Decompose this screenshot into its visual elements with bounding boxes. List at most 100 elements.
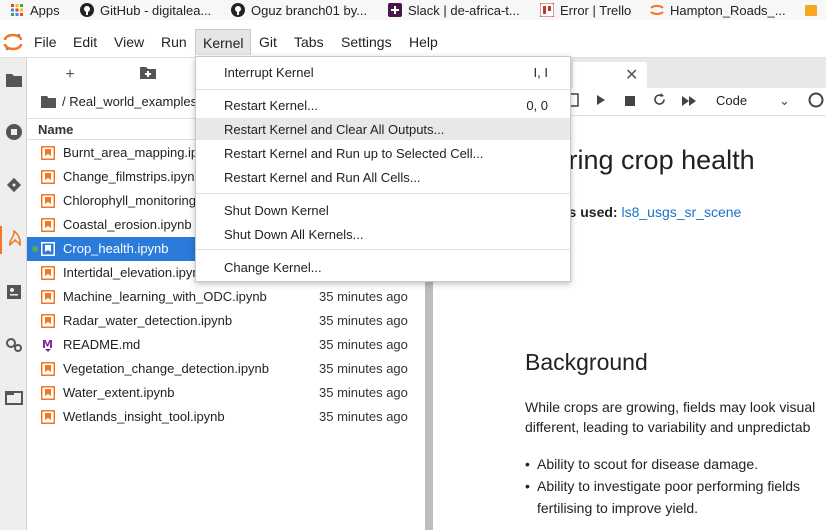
kernel-menu-item[interactable]: Shut Down All Kernels... bbox=[196, 223, 570, 245]
running-tab[interactable] bbox=[0, 120, 27, 148]
notebook-file-icon bbox=[41, 194, 55, 208]
products-link[interactable]: ls8_usgs_sr_scene bbox=[621, 204, 741, 220]
gears-icon bbox=[5, 337, 23, 358]
menu-separator bbox=[196, 193, 570, 194]
file-name: Change_filmstrips.ipynb bbox=[63, 169, 202, 184]
chevron-down-icon[interactable]: ⌄ bbox=[779, 93, 790, 109]
file-modified: 35 minutes ago bbox=[319, 361, 408, 376]
new-folder-button[interactable] bbox=[136, 66, 160, 84]
run-cell-button[interactable] bbox=[593, 94, 609, 110]
kernel-menu-item[interactable]: Restart Kernel and Clear All Outputs... bbox=[196, 118, 570, 140]
notebook-file-icon bbox=[41, 362, 55, 376]
menu-help[interactable]: Help bbox=[402, 29, 445, 55]
file-modified: 35 minutes ago bbox=[319, 337, 408, 352]
notebook-file-icon bbox=[41, 170, 55, 184]
flame-icon bbox=[7, 228, 23, 251]
notebook-file-icon bbox=[41, 146, 55, 160]
bookmark-apps[interactable]: Apps bbox=[10, 0, 60, 20]
bookmark-slack[interactable]: Slack | de-africa-t... bbox=[388, 0, 520, 20]
bookmark-oguz-branch[interactable]: Oguz branch01 by... bbox=[231, 0, 367, 20]
tab-crop-health[interactable]: ✕ bbox=[573, 62, 647, 88]
left-sidebar-rail bbox=[0, 58, 27, 530]
bookmark-folder-icon bbox=[804, 3, 818, 17]
file-row[interactable]: Machine_learning_with_ODC.ipynb 35 minute… bbox=[27, 285, 425, 309]
cell-type-select[interactable]: Code bbox=[716, 93, 747, 108]
notebook-file-icon bbox=[41, 290, 55, 304]
bookmark-trello[interactable]: Error | Trello bbox=[540, 0, 631, 20]
breadcrumb[interactable]: / Real_world_examples bbox=[41, 94, 197, 109]
paragraph-line: different, leading to variability and un… bbox=[525, 419, 811, 435]
menu-item-shortcut: I, I bbox=[533, 65, 548, 80]
menu-view[interactable]: View bbox=[107, 29, 151, 55]
interrupt-kernel-button[interactable] bbox=[622, 94, 638, 110]
file-browser-tab[interactable] bbox=[0, 68, 27, 96]
play-icon bbox=[596, 93, 606, 111]
bookmark-folder[interactable] bbox=[804, 0, 824, 20]
trello-icon bbox=[540, 3, 554, 17]
file-name: Wetlands_insight_tool.ipynb bbox=[63, 409, 225, 424]
close-icon[interactable]: ✕ bbox=[625, 65, 638, 85]
git-tab[interactable] bbox=[0, 173, 27, 201]
file-row[interactable]: Vegetation_change_detection.ipynb 35 minu… bbox=[27, 357, 425, 381]
github-icon bbox=[231, 3, 245, 17]
menu-item-label: Interrupt Kernel bbox=[224, 65, 314, 80]
property-inspector-tab[interactable] bbox=[0, 280, 27, 308]
file-name: Coastal_erosion.ipynb bbox=[63, 217, 192, 232]
menu-tabs[interactable]: Tabs bbox=[287, 29, 331, 55]
menu-item-label: Restart Kernel and Run All Cells... bbox=[224, 170, 421, 185]
tabs-tab[interactable] bbox=[0, 386, 27, 414]
stop-icon bbox=[625, 93, 635, 111]
menu-run[interactable]: Run bbox=[154, 29, 194, 55]
slack-icon bbox=[388, 3, 402, 17]
extension-manager-tab[interactable] bbox=[0, 333, 27, 361]
column-name-header[interactable]: Name bbox=[38, 122, 73, 137]
file-name: README.md bbox=[63, 337, 141, 352]
menu-kernel[interactable]: Kernel bbox=[195, 29, 252, 55]
markdown-file-icon: M bbox=[41, 338, 55, 352]
menu-separator bbox=[196, 89, 570, 90]
fast-forward-icon bbox=[682, 93, 696, 111]
file-row[interactable]: Water_extent.ipynb 35 minutes ago bbox=[27, 381, 425, 405]
kernel-status-button[interactable] bbox=[808, 92, 824, 113]
folder-icon bbox=[41, 95, 56, 108]
file-modified: 35 minutes ago bbox=[319, 313, 408, 328]
kernel-menu-item[interactable]: Restart Kernel and Run up to Selected Ce… bbox=[196, 142, 570, 164]
new-launcher-button[interactable]: + bbox=[58, 66, 82, 84]
file-row[interactable]: M README.md 35 minutes ago bbox=[27, 333, 425, 357]
bookmarks-bar: Apps GitHub - digitalea... Oguz branch01… bbox=[0, 0, 826, 20]
stop-circle-icon bbox=[5, 123, 22, 145]
paragraph-line: While crops are growing, fields may look… bbox=[525, 399, 816, 415]
kernel-menu-item[interactable]: Interrupt Kernel I, I bbox=[196, 61, 570, 83]
menu-item-label: Restart Kernel and Run up to Selected Ce… bbox=[224, 146, 484, 161]
menu-git[interactable]: Git bbox=[252, 29, 284, 55]
menu-edit[interactable]: Edit bbox=[66, 29, 104, 55]
menu-separator bbox=[196, 249, 570, 250]
property-inspector-icon bbox=[6, 284, 22, 305]
kernel-menu-item[interactable]: Change Kernel... bbox=[196, 256, 570, 278]
notebook-file-icon bbox=[41, 410, 55, 424]
plus-icon: + bbox=[65, 66, 75, 83]
restart-run-all-button[interactable] bbox=[681, 94, 697, 110]
menu-item-label: Shut Down Kernel bbox=[224, 203, 329, 218]
tabs-icon bbox=[4, 390, 23, 410]
kernel-menu-item[interactable]: Restart Kernel and Run All Cells... bbox=[196, 166, 570, 188]
file-name: Crop_health.ipynb bbox=[63, 241, 169, 256]
breadcrumb-path[interactable]: / Real_world_examples bbox=[62, 94, 197, 109]
file-row[interactable]: Wetlands_insight_tool.ipynb 35 minutes ag… bbox=[27, 405, 425, 429]
menu-file[interactable]: File bbox=[27, 29, 64, 55]
file-modified: 35 minutes ago bbox=[319, 409, 408, 424]
bookmark-github-digitalearth[interactable]: GitHub - digitalea... bbox=[80, 0, 211, 20]
menu-settings[interactable]: Settings bbox=[334, 29, 399, 55]
file-row[interactable]: Radar_water_detection.ipynb 35 minutes ag… bbox=[27, 309, 425, 333]
extension-tab[interactable] bbox=[0, 226, 27, 254]
kernel-status-circle-icon bbox=[808, 92, 824, 113]
kernel-menu-item[interactable]: Shut Down Kernel bbox=[196, 199, 570, 221]
file-modified: 35 minutes ago bbox=[319, 289, 408, 304]
git-icon bbox=[6, 177, 22, 198]
file-name: Radar_water_detection.ipynb bbox=[63, 313, 233, 328]
notebook-file-icon bbox=[41, 266, 55, 280]
bookmark-hampton-roads[interactable]: Hampton_Roads_... bbox=[650, 0, 786, 20]
kernel-menu-item[interactable]: Restart Kernel... 0, 0 bbox=[196, 94, 570, 116]
restart-kernel-button[interactable] bbox=[651, 93, 667, 110]
file-modified: 35 minutes ago bbox=[319, 385, 408, 400]
